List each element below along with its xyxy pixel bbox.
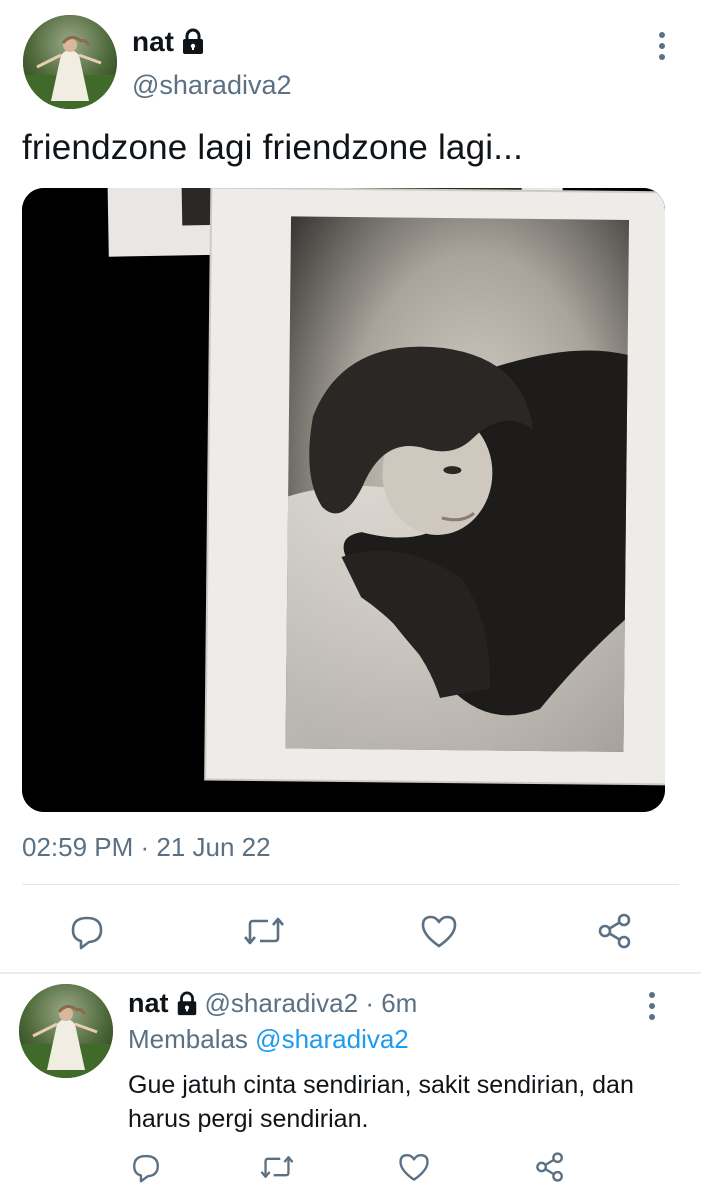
reply-icon[interactable] [128,1150,164,1184]
handle[interactable]: @sharadiva2 [205,988,359,1019]
share-icon[interactable] [594,911,636,951]
replying-to: Membalas @sharadiva2 [128,1024,409,1055]
share-icon[interactable] [532,1150,568,1184]
tweet-timestamp[interactable]: 02:59 PM · 21 Jun 22 [22,832,271,863]
lock-icon [180,28,206,56]
replying-to-mention[interactable]: @sharadiva2 [255,1024,409,1054]
reply-text: Gue jatuh cinta sendirian, sakit sendiri… [128,1071,634,1133]
retweet-icon[interactable] [258,1150,296,1184]
avatar[interactable] [23,15,117,109]
avatar[interactable] [19,984,113,1078]
display-name[interactable]: nat [128,988,169,1019]
tweet-actions [0,905,701,955]
more-options-icon[interactable] [656,30,668,62]
reply-actions [0,1146,701,1190]
display-name[interactable]: nat [132,26,174,58]
divider [22,884,679,885]
time-ago[interactable]: 6m [381,988,417,1019]
tweet-media[interactable] [22,188,665,812]
retweet-icon[interactable] [242,911,286,951]
meta-separator: · [358,988,382,1018]
more-options-icon[interactable] [646,990,658,1022]
reply-header: nat @sharadiva2 · 6m [128,988,417,1019]
reply-icon[interactable] [66,911,108,951]
reply-tweet[interactable]: nat @sharadiva2 · 6m Membalas @sharadiva… [0,974,701,1200]
handle[interactable]: @sharadiva2 [132,70,292,101]
tweet-text: friendzone lagi friendzone lagi... [22,128,524,167]
like-icon[interactable] [396,1150,432,1184]
like-icon[interactable] [418,911,460,951]
lock-icon [175,991,199,1017]
main-tweet: nat @sharadiva2 friendzone lagi friendzo… [0,0,701,972]
name-row: nat [132,26,206,58]
replying-to-label: Membalas [128,1024,248,1054]
